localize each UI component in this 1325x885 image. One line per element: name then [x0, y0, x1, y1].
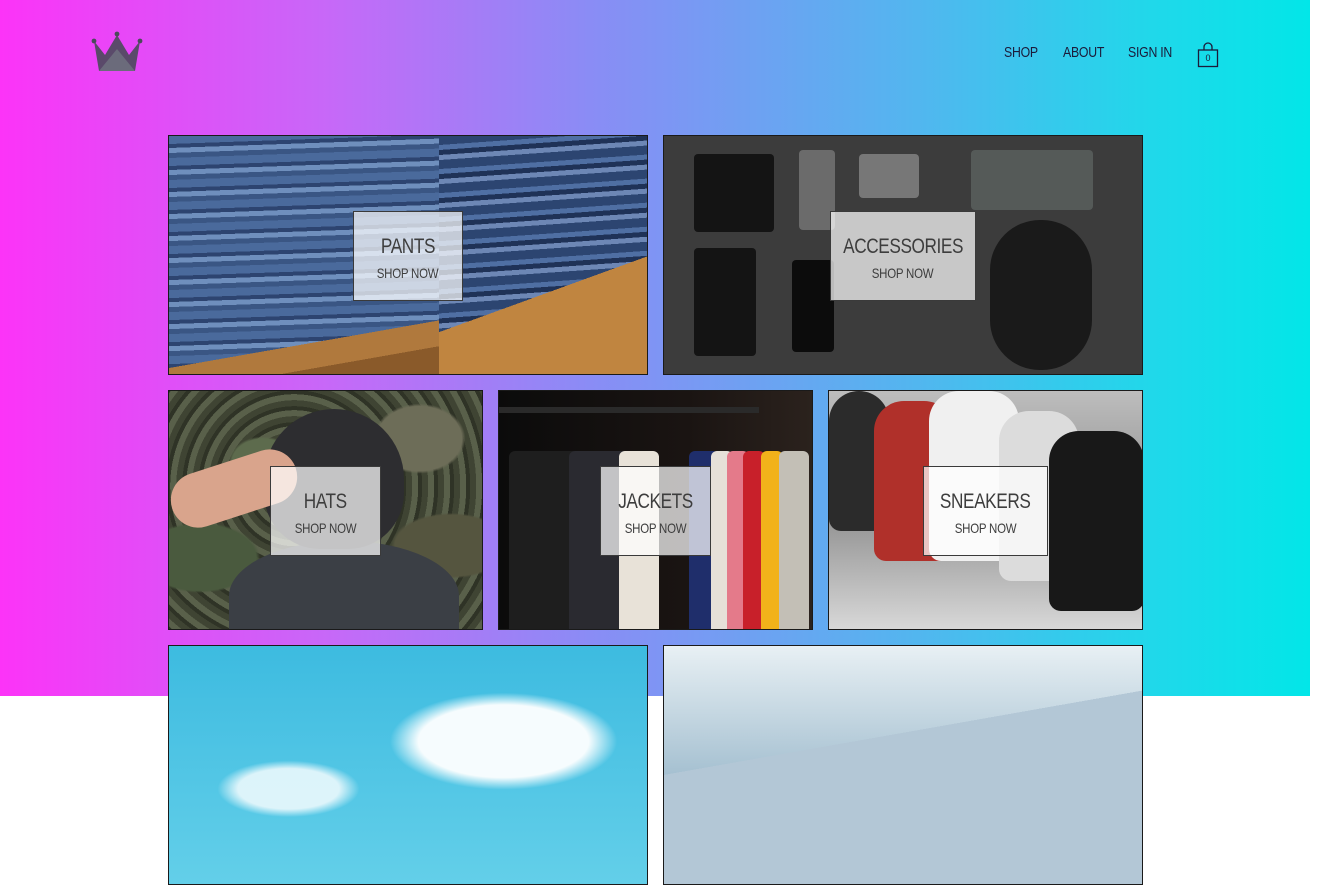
scrollbar-gutter — [1310, 0, 1325, 696]
crown-logo-icon[interactable] — [91, 31, 143, 73]
bowtie-item — [859, 154, 919, 198]
sneaker — [1049, 431, 1142, 611]
category-title: HATS — [303, 490, 347, 513]
sky-image — [169, 646, 647, 884]
headphones-item — [990, 220, 1092, 370]
nav-link-sign-in[interactable]: SIGN IN — [1128, 44, 1172, 61]
notebook-item — [971, 150, 1093, 210]
street-image — [664, 646, 1142, 884]
shop-now-link[interactable]: SHOP NOW — [295, 520, 357, 536]
shop-now-link[interactable]: SHOP NOW — [377, 265, 439, 281]
shop-now-link[interactable]: SHOP NOW — [872, 265, 934, 281]
garment — [779, 451, 809, 629]
category-tile-jackets[interactable]: JACKETS SHOP NOW — [498, 390, 813, 630]
shop-now-link[interactable]: SHOP NOW — [955, 520, 1017, 536]
category-card-accessories[interactable]: ACCESSORIES SHOP NOW — [830, 211, 976, 301]
category-tile-row3-left[interactable] — [168, 645, 648, 885]
category-card-jackets[interactable]: JACKETS SHOP NOW — [600, 466, 711, 556]
clothing-rail — [499, 407, 759, 413]
nav-link-shop[interactable]: SHOP — [1004, 44, 1038, 61]
wallet-item — [694, 154, 774, 232]
category-title: SNEAKERS — [940, 490, 1031, 513]
category-card-hats[interactable]: HATS SHOP NOW — [270, 466, 381, 556]
category-title: PANTS — [380, 235, 436, 258]
category-tile-sneakers[interactable]: SNEAKERS SHOP NOW — [828, 390, 1143, 630]
phone-item — [792, 260, 834, 352]
shop-now-link[interactable]: SHOP NOW — [625, 520, 687, 536]
category-tile-hats[interactable]: HATS SHOP NOW — [168, 390, 483, 630]
cart-button[interactable]: 0 — [1197, 42, 1219, 68]
category-card-sneakers[interactable]: SNEAKERS SHOP NOW — [923, 466, 1048, 556]
category-tile-accessories[interactable]: ACCESSORIES SHOP NOW — [663, 135, 1143, 375]
phone-case-item — [694, 248, 756, 356]
category-title: ACCESSORIES — [843, 235, 963, 258]
nav-link-about[interactable]: ABOUT — [1063, 44, 1104, 61]
category-tile-row3-right[interactable] — [663, 645, 1143, 885]
category-card-pants[interactable]: PANTS SHOP NOW — [353, 211, 463, 301]
category-title: JACKETS — [618, 490, 693, 513]
cart-count: 0 — [1205, 53, 1211, 63]
category-tile-pants[interactable]: PANTS SHOP NOW — [168, 135, 648, 375]
pants-image-stack — [439, 136, 647, 374]
